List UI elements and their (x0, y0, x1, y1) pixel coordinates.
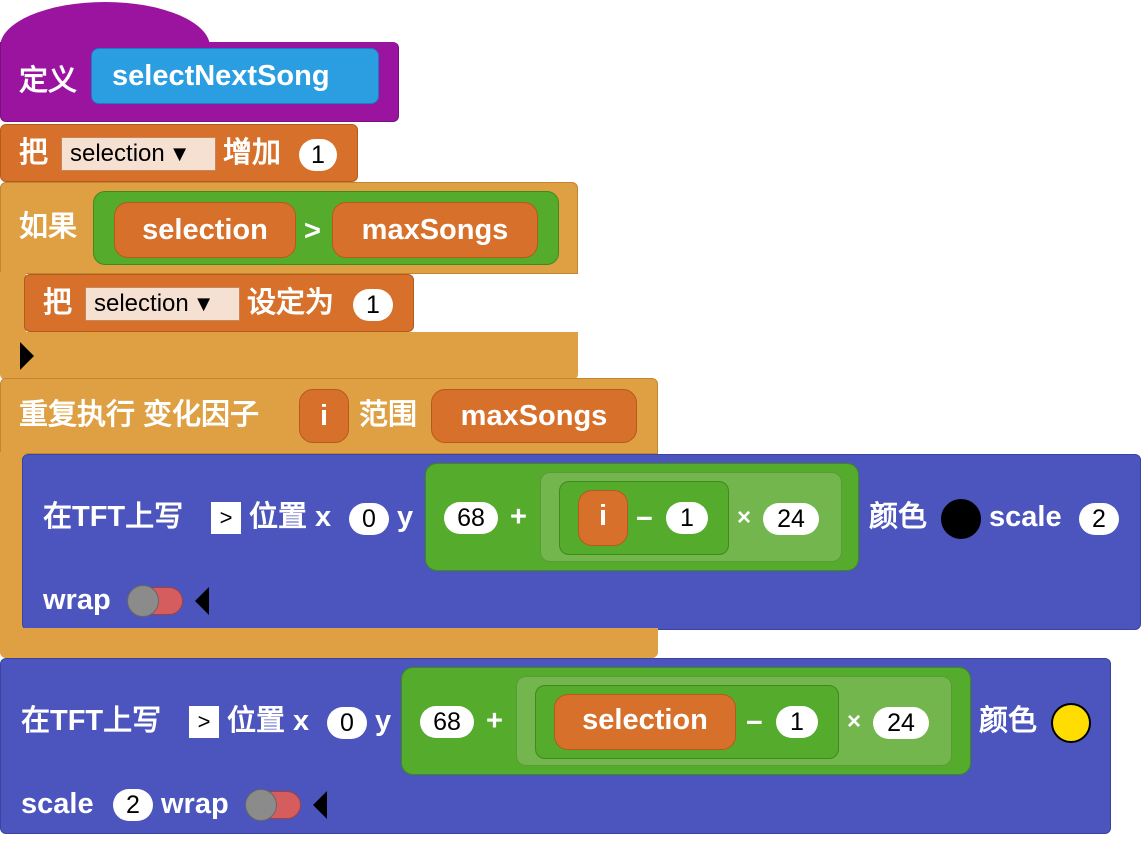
tft-text-input[interactable]: > (189, 706, 219, 738)
tft-wrap-label: wrap (43, 584, 111, 616)
function-name-field[interactable]: selectNextSong (91, 48, 379, 104)
y-base-input[interactable]: 68 (420, 706, 474, 738)
change-action: 增加 (223, 137, 282, 169)
range-label: 范围 (359, 399, 418, 431)
if-keyword: 如果 (19, 211, 78, 243)
y-base-input[interactable]: 68 (444, 502, 498, 534)
subtract-input[interactable]: 1 (776, 706, 818, 738)
variable-dropdown[interactable]: selection ▼ (61, 137, 216, 171)
y-expression-subtract[interactable]: i − 1 (559, 481, 729, 555)
tft-wrap-label: wrap (161, 788, 229, 820)
collapse-arrow-icon[interactable] (313, 791, 327, 819)
define-block[interactable]: 定义 selectNextSong (0, 42, 399, 122)
define-keyword: 定义 (19, 65, 78, 97)
change-keyword: 把 (19, 137, 49, 169)
tft-color-label: 颜色 (979, 705, 1038, 737)
times-operator: × (847, 708, 862, 735)
y-expression-multiply[interactable]: i − 1 × 24 (540, 472, 842, 562)
tft-position-label: 位置 x (227, 705, 310, 737)
expr-loop-var[interactable]: i (578, 490, 628, 546)
set-value-input[interactable]: 1 (353, 289, 393, 321)
wrap-toggle[interactable] (245, 789, 301, 821)
multiply-input[interactable]: 24 (873, 707, 929, 739)
set-action: 设定为 (247, 287, 335, 319)
tft-color-label: 颜色 (869, 501, 928, 533)
dropdown-arrow-icon: ▼ (168, 141, 191, 166)
minus-operator: − (636, 503, 653, 535)
set-variable-block[interactable]: 把 selection ▼ 设定为 1 (24, 274, 414, 332)
tft-position-label: 位置 x (249, 501, 332, 533)
times-operator: × (737, 504, 752, 531)
tft-scale-label: scale (21, 788, 94, 820)
tft-write-label: 在TFT上写 (21, 705, 162, 737)
plus-operator: + (510, 501, 527, 533)
tft-x-input[interactable]: 0 (349, 503, 389, 535)
y-expression-add[interactable]: 68 + i − 1 × 24 (425, 463, 859, 571)
tft-write-block-loop[interactable]: 在TFT上写 > 位置 x 0 y 68 + i − 1 × 24 颜色 sca… (22, 454, 1141, 630)
y-expression-subtract[interactable]: selection − 1 (535, 685, 839, 759)
collapse-arrow-icon[interactable] (20, 342, 34, 370)
tft-scale-input[interactable]: 2 (1079, 503, 1119, 535)
tft-write-block-selection[interactable]: 在TFT上写 > 位置 x 0 y 68 + selection − 1 × 2… (0, 658, 1111, 834)
collapse-arrow-icon[interactable] (195, 587, 209, 615)
subtract-input[interactable]: 1 (666, 502, 708, 534)
set-keyword: 把 (43, 287, 73, 319)
for-range-block[interactable]: 重复执行 变化因子 i 范围 maxSongs (0, 378, 658, 454)
change-amount-input[interactable]: 1 (299, 139, 337, 171)
comparison-left-var[interactable]: selection (114, 202, 296, 258)
repeat-bottom-bar (0, 628, 658, 658)
wrap-toggle[interactable] (127, 585, 183, 617)
dropdown-arrow-icon: ▼ (192, 291, 215, 316)
tft-text-input[interactable]: > (211, 502, 241, 534)
tft-scale-input[interactable]: 2 (113, 789, 153, 821)
tft-write-label: 在TFT上写 (43, 501, 184, 533)
comparison-block[interactable]: selection > maxSongs (93, 191, 559, 265)
y-expression-add[interactable]: 68 + selection − 1 × 24 (401, 667, 971, 775)
expr-selection-var[interactable]: selection (554, 694, 736, 750)
tft-x-input[interactable]: 0 (327, 707, 367, 739)
change-variable-block[interactable]: 把 selection ▼ 增加 1 (0, 124, 358, 182)
minus-operator: − (746, 707, 763, 739)
tft-y-label: y (375, 705, 392, 737)
range-value-var[interactable]: maxSongs (431, 389, 637, 443)
tft-y-label: y (397, 501, 414, 533)
if-block[interactable]: 如果 selection > maxSongs (0, 182, 578, 274)
plus-operator: + (486, 705, 503, 737)
y-expression-multiply[interactable]: selection − 1 × 24 (516, 676, 952, 766)
set-variable-dropdown-value: selection (94, 290, 189, 317)
function-name: selectNextSong (112, 60, 330, 92)
comparison-right-var[interactable]: maxSongs (332, 202, 538, 258)
comparison-operator[interactable]: > (304, 214, 321, 248)
color-swatch-black[interactable] (941, 499, 981, 539)
color-swatch-yellow[interactable] (1051, 703, 1091, 743)
variable-dropdown-value: selection (70, 140, 165, 167)
multiply-input[interactable]: 24 (763, 503, 819, 535)
tft-scale-label: scale (989, 501, 1062, 533)
for-range-label: 重复执行 变化因子 (19, 399, 260, 431)
loop-variable[interactable]: i (299, 389, 349, 443)
if-bottom-bar (0, 332, 578, 380)
if-left-arm (0, 272, 26, 334)
set-variable-dropdown[interactable]: selection ▼ (85, 287, 240, 321)
